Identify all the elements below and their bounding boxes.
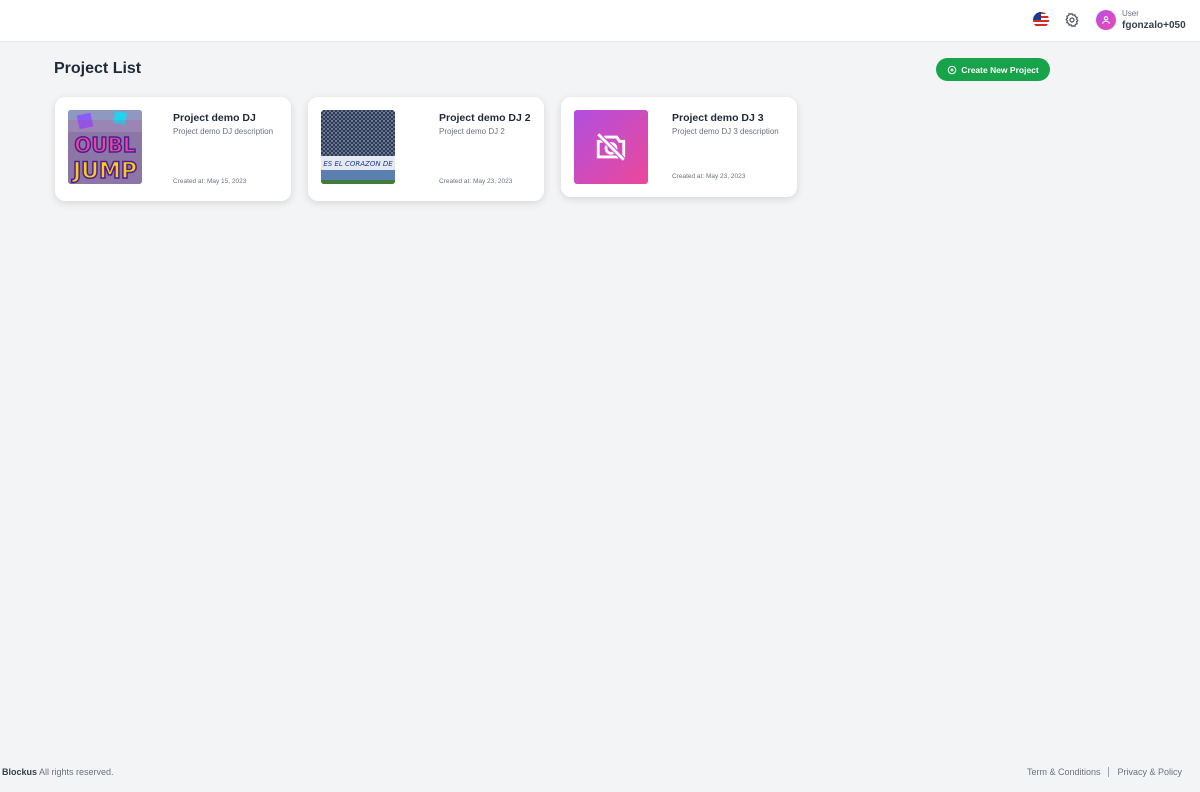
footer-rights: All rights reserved. [37, 767, 114, 777]
page-title: Project List [54, 60, 142, 77]
top-bar: User fgonzalo+050 [0, 0, 1200, 42]
footer-links: Term & Conditions Privacy & Policy [1027, 767, 1182, 777]
project-name: Project demo DJ [173, 112, 256, 124]
project-card[interactable]: Project demo DJ 3 Project demo DJ 3 desc… [561, 97, 797, 197]
project-created-date: Created at: May 23, 2023 [672, 173, 746, 180]
user-role: User [1122, 9, 1139, 18]
privacy-link[interactable]: Privacy & Policy [1117, 767, 1182, 777]
user-icon [1102, 16, 1110, 24]
gear-icon[interactable] [1064, 12, 1080, 28]
avatar [1096, 10, 1116, 30]
no-image-icon [596, 132, 626, 162]
project-thumbnail [574, 110, 648, 184]
us-flag-icon[interactable] [1033, 12, 1049, 28]
footer-copyright: Blockus All rights reserved. [2, 767, 114, 777]
project-description: Project demo DJ description [173, 127, 274, 136]
create-project-button[interactable]: Create New Project [936, 58, 1050, 81]
svg-text:JUMP: JUMP [71, 159, 137, 184]
plus-circle-icon [947, 65, 957, 74]
svg-text:OUBL: OUBL [74, 133, 135, 157]
footer-brand: Blockus [2, 767, 38, 777]
footer-divider [1108, 767, 1110, 777]
create-project-label: Create New Project [961, 64, 1039, 75]
user-menu[interactable]: User fgonzalo+050 [1096, 9, 1196, 33]
terms-link[interactable]: Term & Conditions [1027, 767, 1101, 777]
project-name: Project demo DJ 3 [672, 112, 764, 124]
project-created-date: Created at: May 15, 2023 [173, 178, 247, 185]
project-card[interactable]: ES EL CORAZON DE Project demo DJ 2 Proje… [308, 97, 544, 201]
svg-text:ES EL CORAZON DE: ES EL CORAZON DE [323, 160, 393, 168]
user-name: fgonzalo+050 [1122, 20, 1186, 31]
project-name: Project demo DJ 2 [439, 112, 531, 124]
project-thumbnail: ES EL CORAZON DE [321, 110, 395, 184]
project-created-date: Created at: May 23, 2023 [439, 178, 513, 185]
project-description: Project demo DJ 2 [439, 127, 505, 136]
project-card[interactable]: OUBL JUMP Project demo DJ Project demo D… [55, 97, 291, 201]
project-description: Project demo DJ 3 description [672, 127, 779, 136]
project-thumbnail: OUBL JUMP [68, 110, 142, 184]
